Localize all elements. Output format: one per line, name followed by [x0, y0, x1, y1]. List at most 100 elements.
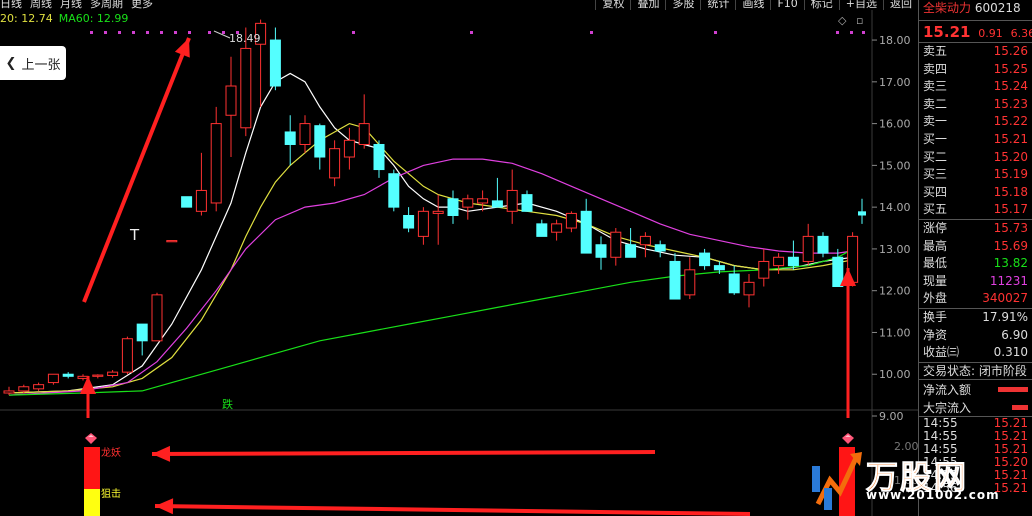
quote-row-label: 净资: [923, 327, 948, 342]
juji-label: 狙击: [101, 488, 121, 500]
quote-row: 最高 15.69: [919, 238, 1032, 256]
quote-row: 买二 15.20: [919, 149, 1032, 167]
toolbar-button-5[interactable]: F10: [770, 0, 803, 10]
tab-0[interactable]: 日线: [0, 0, 22, 10]
toolbar-button-2[interactable]: 多股: [665, 0, 700, 10]
y-tick-label: 14.00: [879, 201, 911, 214]
trade-time: 14:56: [923, 481, 958, 496]
flow-bar: [1012, 404, 1028, 410]
candle: [506, 169, 518, 224]
quote-row-value: 13.82: [993, 256, 1028, 271]
candle: [728, 265, 740, 295]
toolbar-button-4[interactable]: 画线: [735, 0, 770, 10]
y-tick-label: 18.00: [879, 34, 911, 47]
candle: [329, 140, 341, 187]
signal-dot: [160, 31, 163, 34]
candle: [284, 115, 296, 166]
quote-row: 买四 15.18: [919, 184, 1032, 202]
candle: [121, 336, 133, 375]
candle: [654, 240, 666, 258]
candle: [195, 152, 207, 216]
signal-dot: [352, 31, 355, 34]
quote-row: 涨停 15.73: [919, 220, 1032, 238]
current-price: 15.21: [923, 23, 971, 41]
chevron-left-icon: ❮: [5, 55, 17, 71]
quote-row-label: 收益㈢: [923, 345, 960, 360]
quote-row: 卖五 15.26: [919, 43, 1032, 61]
candle: [136, 323, 148, 356]
tab-4[interactable]: 更多: [131, 0, 153, 10]
candle: [758, 248, 770, 287]
candle: [343, 127, 355, 170]
quote-row-value: 15.24: [993, 79, 1028, 94]
candle: [684, 257, 696, 300]
candle: [358, 94, 370, 149]
tab-2[interactable]: 月线: [60, 0, 82, 10]
flow-bar: [998, 386, 1028, 392]
price-change: 0.91: [978, 27, 1003, 40]
quote-row-label: 最高: [923, 238, 948, 253]
price-change-pct: 6.36: [1010, 27, 1032, 40]
signal-dot: [850, 31, 853, 34]
signal-diamond: [842, 433, 854, 444]
ma-line: [8, 158, 853, 396]
toolbar-button-6[interactable]: 标记: [803, 0, 839, 10]
candle: [403, 207, 415, 233]
candle: [787, 240, 799, 270]
toolbar-button-8[interactable]: 返回: [883, 0, 918, 10]
tick-trades[interactable]: 14:55 15.21 14:55 15.21 14:55 15.21 14:55 15.20…: [919, 416, 1032, 495]
quote-row: 最低 13.82: [919, 255, 1032, 273]
candle: [151, 292, 163, 342]
quote-row-label: 卖五: [923, 44, 948, 58]
toolbar-button-1[interactable]: 叠加: [630, 0, 665, 10]
quote-row-label: 卖三: [923, 79, 948, 94]
candle: [817, 232, 829, 258]
fundamental-stats: 换手 17.91% 净资 6.90 收益㈢ 0.310: [919, 307, 1032, 362]
y-tick-label: 17.00: [879, 76, 911, 89]
prev-image-button[interactable]: ❮ 上一张: [0, 46, 66, 80]
order-book: 卖五 15.26 卖四 15.25 卖三 15.24 卖二 15.23 卖一 15.22 买一 15.…: [919, 42, 1032, 219]
prev-button-label: 上一张: [21, 57, 61, 73]
quote-row-value: 11231: [989, 273, 1028, 288]
signal-dot: [714, 31, 717, 34]
fund-flows: 净流入额 大宗流入: [919, 379, 1032, 416]
candle: [62, 372, 74, 379]
flow-row: 净流入额: [919, 380, 1032, 398]
y-tick-label: 16.00: [879, 118, 911, 131]
signal-dot: [132, 31, 135, 34]
toolbar-buttons: 复权 叠加 多股 统计 画线 F10 标记 +自选 返回: [595, 0, 918, 10]
toolbar-button-7[interactable]: +自选: [838, 0, 883, 10]
tab-1[interactable]: 周线: [30, 0, 52, 10]
bottom-signal-arrow: [80, 376, 96, 418]
trade-row: 14:56 15.21: [919, 482, 1032, 495]
quote-stats: 涨停 15.73 最高 15.69 最低 13.82 现量 11231 外盘 340027: [919, 218, 1032, 308]
candle: [802, 223, 814, 266]
quote-row-label: 换手: [923, 309, 948, 324]
ma-line: [8, 248, 853, 396]
candle: [388, 169, 400, 212]
candle: [551, 219, 563, 241]
candle: [462, 194, 474, 220]
kline-chart[interactable]: 18.00 17.00 16.00 15.00 14.00 13.00 12.00 11.00…: [0, 0, 918, 516]
candle: [536, 219, 548, 237]
t-marker-label: T: [129, 226, 140, 244]
juji-arrow: [154, 498, 751, 516]
y-tick-label: 11.00: [879, 326, 911, 339]
signal-dot: [104, 31, 107, 34]
sub-tick-label: 2.00: [894, 440, 918, 453]
tab-3[interactable]: 多周期: [90, 0, 123, 10]
candle: [166, 240, 178, 243]
toolbar-button-0[interactable]: 复权: [595, 0, 630, 10]
quote-panel: 全柴动力 600218 15.21 0.91 6.36 卖五 15.26 卖四 15.…: [918, 0, 1032, 516]
entry-bar: [839, 447, 855, 516]
sub-tick-label: 1.00: [894, 474, 918, 487]
quote-row: 现量 11231: [919, 273, 1032, 291]
juji-bar: [84, 489, 100, 516]
signal-dot: [836, 31, 839, 34]
quote-row-label: 卖二: [923, 96, 948, 111]
quote-row: 买一 15.21: [919, 131, 1032, 149]
trade-status-text: 交易状态: 闭市阶段: [923, 363, 1027, 378]
quote-row-value: 340027: [982, 291, 1028, 306]
candle: [92, 374, 104, 379]
toolbar-button-3[interactable]: 统计: [700, 0, 735, 10]
